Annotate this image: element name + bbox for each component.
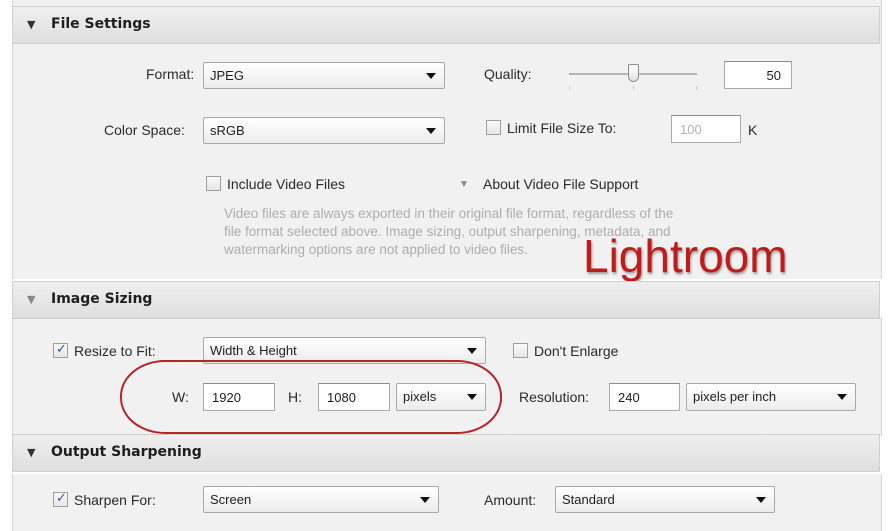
quality-label: Quality:	[484, 66, 532, 82]
chevron-down-icon	[426, 73, 436, 79]
chevron-down-icon	[420, 497, 430, 503]
limit-file-size-value: 100	[680, 122, 702, 137]
chevron-down-icon	[426, 128, 436, 134]
check-icon: ✓	[56, 490, 67, 505]
resolution-input[interactable]: 240	[609, 383, 680, 411]
quality-value: 50	[766, 68, 781, 83]
section-title: Output Sharpening	[51, 444, 202, 460]
include-video-label: Include Video Files	[227, 176, 346, 192]
triangle-down-icon[interactable]: ▼	[459, 179, 469, 190]
output-sharpening-header[interactable]: ▼ Output Sharpening	[12, 434, 880, 472]
limit-file-size-input[interactable]: 100	[671, 115, 741, 143]
format-dropdown[interactable]: JPEG	[203, 62, 445, 89]
chevron-down-icon	[756, 497, 766, 503]
amount-label: Amount:	[484, 492, 537, 508]
resize-to-fit-checkbox[interactable]: ✓	[53, 341, 68, 358]
video-note-line: Video files are always exported in their…	[224, 206, 674, 221]
amount-dropdown[interactable]: Standard	[555, 486, 775, 513]
file-settings-header[interactable]: ▼ File Settings	[12, 6, 880, 44]
slider-tick	[696, 86, 697, 90]
color-space-dropdown[interactable]: sRGB	[203, 117, 445, 144]
color-space-label: Color Space:	[104, 122, 185, 138]
about-video-link[interactable]: About Video File Support	[483, 176, 638, 192]
resolution-value: 240	[618, 390, 640, 405]
amount-value: Standard	[562, 492, 615, 507]
quality-input[interactable]: 50	[724, 61, 792, 89]
section-title: Image Sizing	[51, 291, 153, 307]
chevron-down-icon	[837, 394, 847, 400]
check-icon: ✓	[56, 341, 67, 356]
video-note-line: watermarking options are not applied to …	[224, 242, 528, 257]
format-label: Format:	[146, 66, 195, 82]
section-title: File Settings	[51, 16, 151, 32]
image-sizing-header[interactable]: ▼ Image Sizing	[12, 281, 880, 319]
resize-mode-value: Width & Height	[210, 343, 297, 358]
slider-tick	[569, 86, 570, 90]
resolution-units-dropdown[interactable]: pixels per inch	[686, 383, 856, 411]
sharpen-for-label: Sharpen For:	[74, 492, 156, 508]
sharpen-for-value: Screen	[210, 492, 252, 507]
chevron-down-icon	[467, 348, 477, 354]
format-value: JPEG	[210, 68, 244, 83]
limit-file-size-checkbox[interactable]	[486, 120, 501, 135]
include-video-checkbox[interactable]	[206, 176, 221, 191]
triangle-down-icon: ▼	[27, 18, 36, 31]
resolution-units-value: pixels per inch	[693, 389, 777, 404]
annotation-oval	[120, 360, 502, 434]
limit-file-size-label: Limit File Size To:	[507, 120, 617, 136]
lightroom-watermark: Lightroom	[583, 230, 788, 282]
sharpen-for-dropdown[interactable]: Screen	[203, 486, 439, 513]
sharpen-for-checkbox[interactable]: ✓	[53, 490, 68, 507]
dont-enlarge-checkbox[interactable]	[513, 343, 528, 358]
color-space-value: sRGB	[210, 123, 245, 138]
quality-slider-thumb[interactable]	[628, 64, 639, 82]
dont-enlarge-label: Don't Enlarge	[534, 343, 619, 359]
triangle-down-icon: ▼	[27, 446, 36, 459]
resize-to-fit-label: Resize to Fit:	[74, 343, 156, 359]
slider-tick	[633, 86, 634, 90]
limit-file-size-unit: K	[748, 122, 758, 138]
triangle-down-icon: ▼	[27, 293, 36, 306]
resolution-label: Resolution:	[519, 389, 590, 405]
